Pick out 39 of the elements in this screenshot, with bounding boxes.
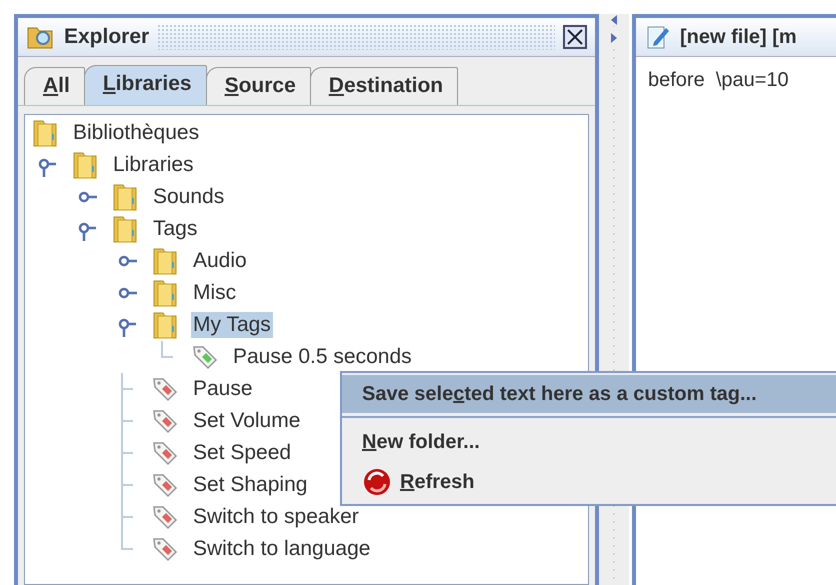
folder-icon xyxy=(152,278,178,308)
document-title: [new file] [m xyxy=(680,26,797,48)
expanded-handle-icon[interactable] xyxy=(37,157,59,177)
tree-item[interactable]: Switch to language xyxy=(191,536,372,562)
tree-item[interactable]: Sounds xyxy=(151,184,226,210)
collapsed-handle-icon[interactable] xyxy=(117,253,139,269)
notepad-pencil-icon xyxy=(646,24,670,50)
folder-icon xyxy=(152,246,178,276)
editor-text[interactable]: before \pau=10 xyxy=(636,57,836,104)
tree-item[interactable]: Misc xyxy=(191,280,238,306)
tree-item[interactable]: Switch to speaker xyxy=(191,504,361,530)
tab[interactable]: Destination xyxy=(310,67,458,105)
refresh-icon xyxy=(362,467,392,497)
tree-item[interactable]: Tags xyxy=(151,216,200,242)
tree-item[interactable]: Libraries xyxy=(111,152,196,178)
close-icon[interactable] xyxy=(563,25,587,49)
menu-item[interactable]: New folder... xyxy=(342,422,836,462)
tree-item[interactable]: Pause 0.5 seconds xyxy=(231,344,414,370)
tab[interactable]: Libraries xyxy=(84,65,207,105)
expanded-handle-icon[interactable] xyxy=(77,221,99,241)
folder-icon xyxy=(72,150,98,180)
tree-item[interactable]: Audio xyxy=(191,248,249,274)
tree-item[interactable]: Set Shaping xyxy=(191,472,310,498)
panel-title: Explorer xyxy=(64,25,150,49)
folder-icon xyxy=(112,182,138,212)
collapsed-handle-icon[interactable] xyxy=(77,189,99,205)
tree-item[interactable]: My Tags xyxy=(191,312,273,338)
tree-item[interactable]: Set Volume xyxy=(191,408,302,434)
folder-icon xyxy=(32,118,58,148)
collapsed-handle-icon[interactable] xyxy=(117,285,139,301)
menu-item[interactable]: Save selected text here as a custom tag... xyxy=(342,375,836,413)
tab[interactable]: All xyxy=(24,67,85,105)
tree-item[interactable]: Set Speed xyxy=(191,440,294,466)
folder-icon xyxy=(112,214,138,244)
tree-item[interactable]: Bibliothèques xyxy=(71,120,202,146)
menu-item[interactable]: Refresh xyxy=(342,462,836,502)
tree-item[interactable]: Pause xyxy=(191,376,255,402)
folder-icon xyxy=(152,310,178,340)
expanded-handle-icon[interactable] xyxy=(117,317,139,337)
